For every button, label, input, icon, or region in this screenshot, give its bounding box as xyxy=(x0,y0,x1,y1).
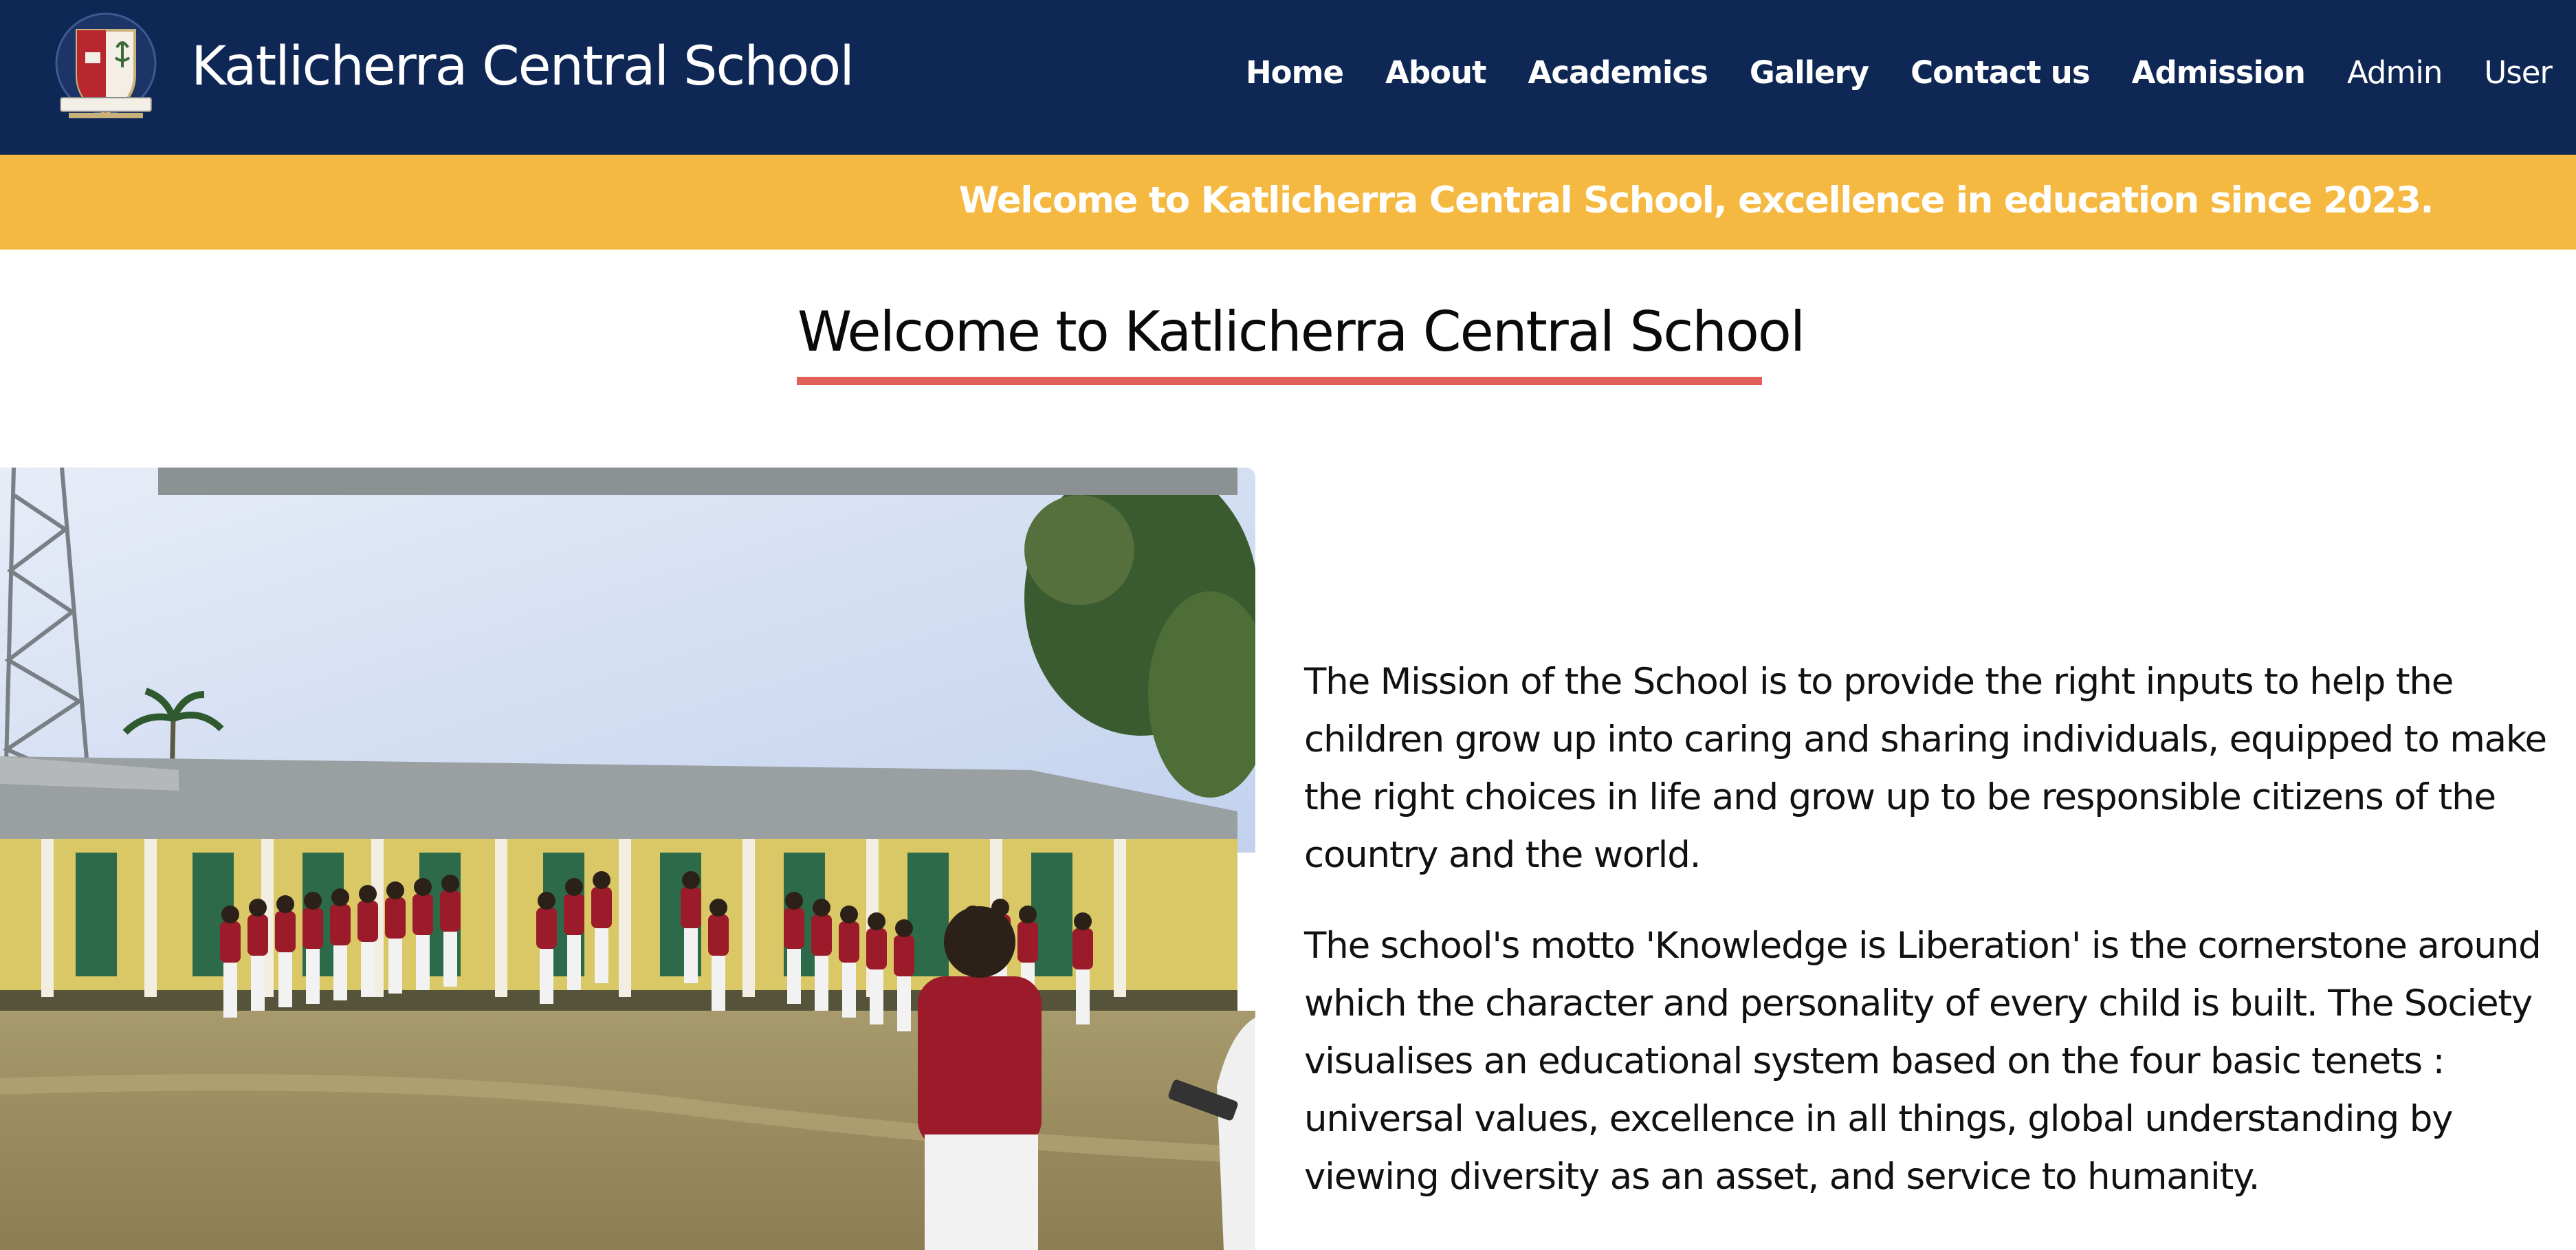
nav-academics[interactable]: Academics xyxy=(1528,54,1708,91)
announcement-banner: Welcome to Katlicherra Central School, e… xyxy=(0,155,2576,250)
nav-contact-us[interactable]: Contact us xyxy=(1911,54,2091,91)
page-title: Welcome to Katlicherra Central School xyxy=(797,300,1805,364)
main-nav: Home About Academics Gallery Contact us … xyxy=(1246,48,2553,96)
mission-paragraph: The Mission of the School is to provide … xyxy=(1304,661,2547,876)
nav-admin[interactable]: Admin xyxy=(2347,54,2443,91)
nav-home[interactable]: Home xyxy=(1246,54,1344,91)
site-header: Katlicherra Central School Home About Ac… xyxy=(0,0,2576,155)
motto-paragraph: The school's motto 'Knowledge is Liberat… xyxy=(1304,925,2542,1198)
announcement-text: Welcome to Katlicherra Central School, e… xyxy=(958,179,2434,221)
school-assembly-photo xyxy=(0,468,1255,1250)
nav-admission[interactable]: Admission xyxy=(2132,54,2306,91)
title-underline xyxy=(797,377,1762,385)
school-name[interactable]: Katlicherra Central School xyxy=(191,36,855,98)
nav-gallery[interactable]: Gallery xyxy=(1750,54,1869,91)
school-crest-icon[interactable] xyxy=(51,10,161,127)
nav-user[interactable]: User xyxy=(2484,54,2553,91)
nav-about[interactable]: About xyxy=(1385,54,1487,91)
mission-statement: The Mission of the School is to provide … xyxy=(1304,653,2576,1206)
